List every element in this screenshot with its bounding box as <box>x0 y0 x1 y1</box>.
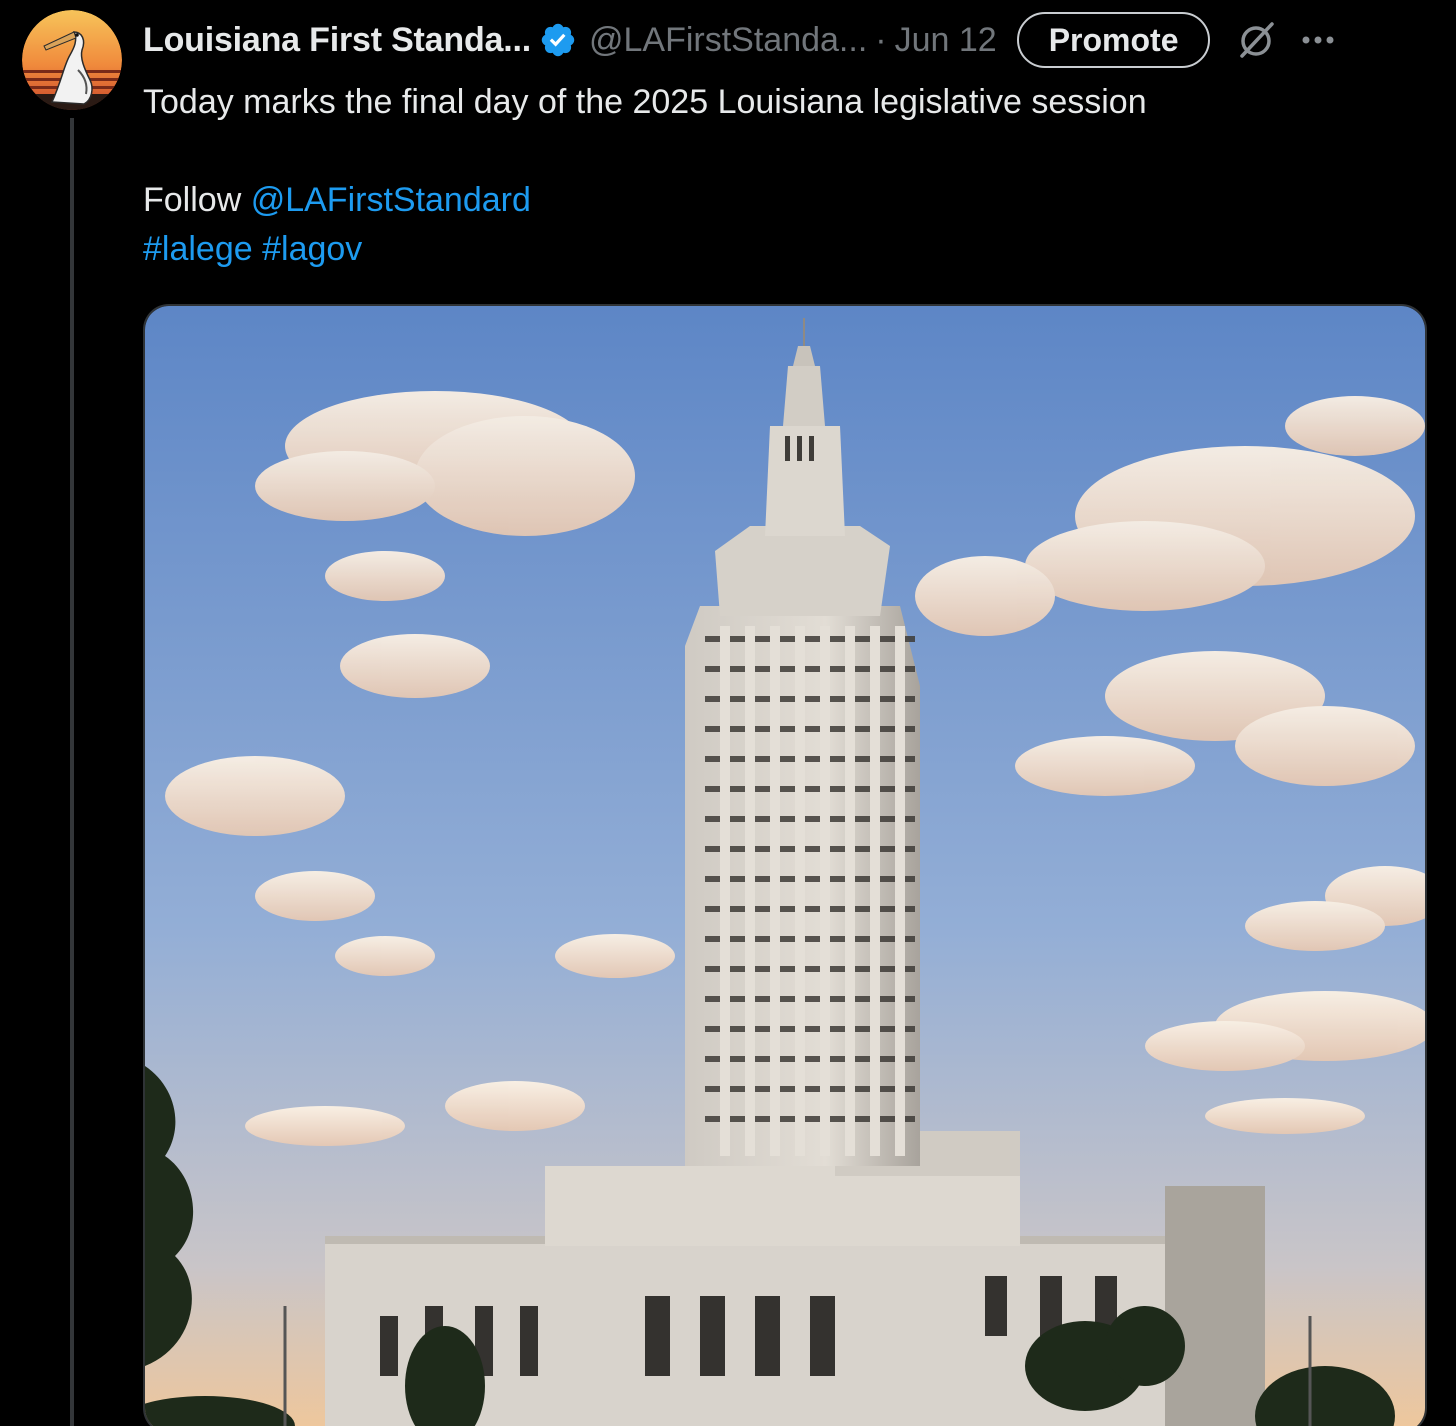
grok-icon[interactable] <box>1234 18 1278 62</box>
capitol-photo <box>145 306 1425 1426</box>
display-name[interactable]: Louisiana First Standa... <box>143 21 531 60</box>
tweet[interactable]: Louisiana First Standa... @LAFirstStanda… <box>0 0 1456 1426</box>
tweet-header: Louisiana First Standa... @LAFirstStanda… <box>143 10 1436 70</box>
thread-line <box>70 118 74 1426</box>
promote-button[interactable]: Promote <box>1016 12 1211 68</box>
more-dots-icon[interactable] <box>1298 20 1338 60</box>
tweet-text-line: Today marks the final day of the 2025 Lo… <box>143 83 1147 121</box>
hashtag-link-lalege[interactable]: #lalege <box>143 230 253 268</box>
mention-link[interactable]: @LAFirstStandard <box>251 181 531 219</box>
follow-prefix: Follow <box>143 181 251 219</box>
hashtag-link-lagov[interactable]: #lagov <box>262 230 362 268</box>
separator-dot: · <box>875 20 887 59</box>
hashtag-line: #lalege #lagov <box>143 225 1147 274</box>
tweet-media-image[interactable] <box>143 304 1427 1426</box>
verified-badge-icon[interactable] <box>539 21 577 59</box>
tweet-text: Today marks the final day of the 2025 Lo… <box>143 78 1147 274</box>
avatar[interactable] <box>22 10 122 110</box>
handle[interactable]: @LAFirstStanda... <box>589 21 867 60</box>
tweet-date[interactable]: Jun 12 <box>895 21 997 60</box>
follow-line: Follow @LAFirstStandard <box>143 176 1147 225</box>
tower-windows <box>785 436 814 461</box>
pelican-logo-icon <box>22 10 122 110</box>
